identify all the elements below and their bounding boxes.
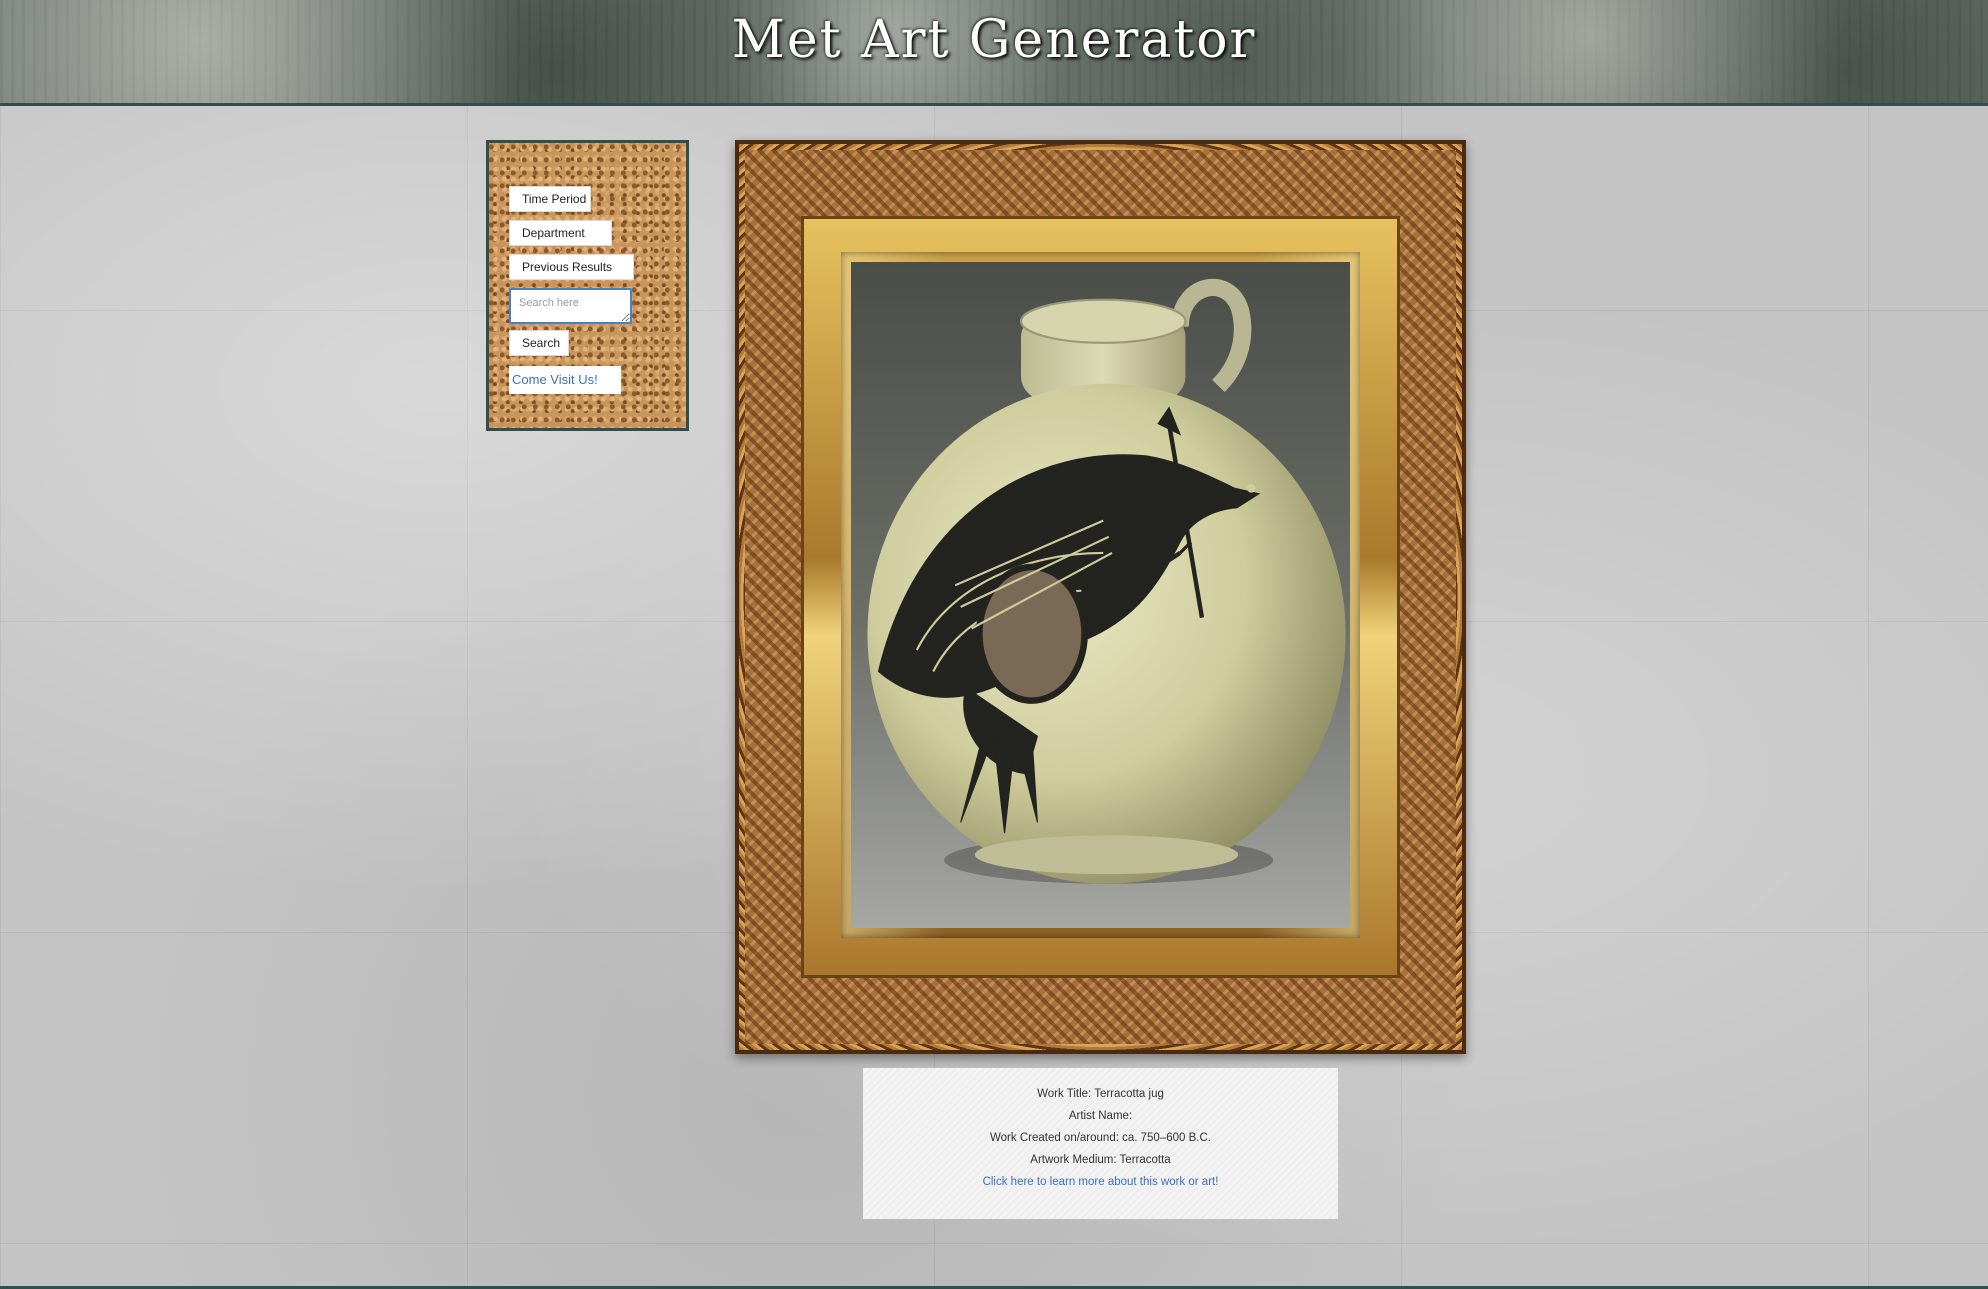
time-period-button[interactable]: Time Period <box>509 186 591 212</box>
frame-bevel <box>841 252 1360 938</box>
frame-inner-molding <box>801 216 1400 978</box>
artist-name: Artist Name: <box>1068 1110 1133 1122</box>
terracotta-jug-illustration <box>867 278 1346 884</box>
learn-more-link[interactable]: Click here to learn more about this work… <box>983 1176 1219 1188</box>
gilded-frame <box>735 140 1466 1054</box>
page-title: Met Art Generator <box>731 10 1257 70</box>
search-input[interactable] <box>509 288 632 324</box>
artwork-medium: Artwork Medium: Terracotta <box>1030 1154 1171 1166</box>
previous-results-button[interactable]: Previous Results <box>509 254 634 280</box>
search-button[interactable]: Search <box>509 330 569 356</box>
artwork-image <box>851 262 1350 928</box>
work-date: Work Created on/around: ca. 750–600 B.C. <box>990 1132 1211 1144</box>
come-visit-link[interactable]: Come Visit Us! <box>509 366 621 394</box>
artwork-info-card: Work Title: Terracotta jug Artist Name: … <box>863 1068 1338 1219</box>
department-button[interactable]: Department <box>509 220 612 246</box>
site-header: Met Art Generator <box>0 0 1988 106</box>
work-title: Work Title: Terracotta jug <box>1037 1088 1164 1100</box>
cork-sidebar: Time Period Department Previous Results … <box>486 140 689 431</box>
